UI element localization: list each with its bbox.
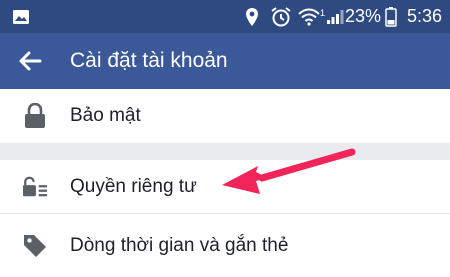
arrow-left-icon bbox=[19, 51, 42, 71]
section-divider bbox=[0, 143, 450, 160]
alarm-icon bbox=[270, 0, 292, 33]
settings-item-privacy[interactable]: Quyền riêng tư bbox=[0, 160, 450, 214]
page-title: Cài đặt tài khoản bbox=[70, 49, 228, 72]
clock: 5:36 bbox=[407, 6, 443, 26]
battery-percent: 23% bbox=[345, 6, 382, 26]
status-bar: 1 23% 5:36 bbox=[0, 0, 450, 33]
signal-type: 1 bbox=[320, 7, 326, 18]
battery-icon bbox=[385, 0, 397, 33]
signal-icon: 1 bbox=[320, 0, 344, 33]
settings-item-label: Quyền riêng tư bbox=[70, 175, 197, 197]
image-icon bbox=[12, 0, 30, 33]
location-icon bbox=[245, 0, 259, 33]
wifi-icon bbox=[298, 0, 320, 33]
settings-item-timeline-tagging[interactable]: Dòng thời gian và gắn thẻ bbox=[0, 215, 450, 277]
tag-icon bbox=[22, 231, 48, 261]
settings-item-label: Dòng thời gian và gắn thẻ bbox=[70, 235, 289, 256]
privacy-lock-icon bbox=[22, 172, 48, 202]
lock-icon bbox=[22, 101, 48, 131]
app-bar: Cài đặt tài khoản bbox=[0, 33, 450, 89]
settings-item-label: Bảo mật bbox=[70, 105, 141, 126]
settings-item-security[interactable]: Bảo mật bbox=[0, 89, 450, 143]
back-button[interactable] bbox=[12, 43, 48, 79]
